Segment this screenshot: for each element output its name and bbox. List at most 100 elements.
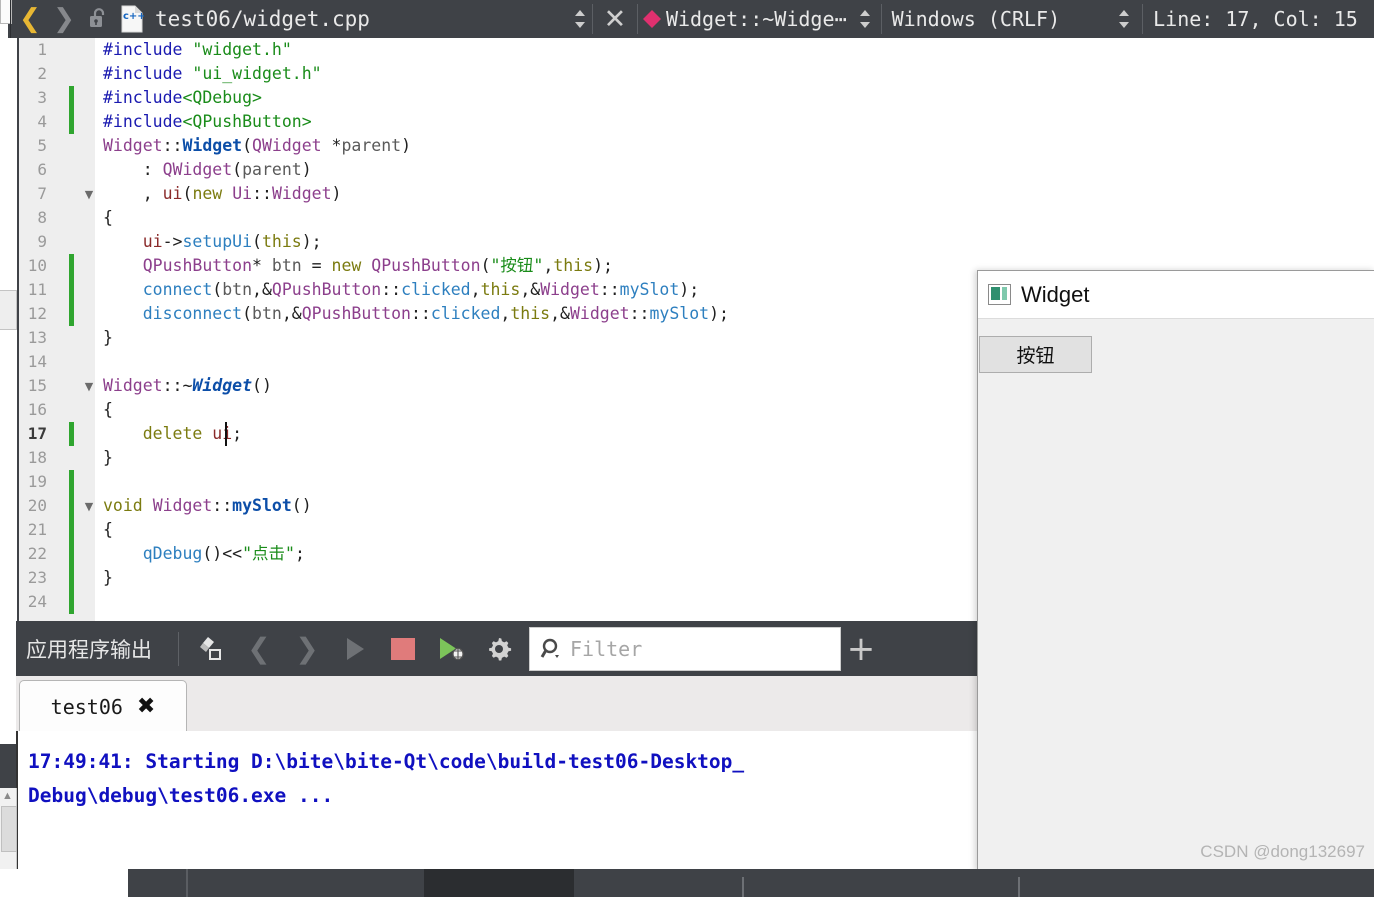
line-number: 9: [37, 232, 47, 251]
search-icon: [540, 637, 564, 661]
gutter-row[interactable]: 3: [19, 86, 95, 110]
gutter-row[interactable]: 13: [19, 326, 95, 350]
sidebar-scrollbar-thumb[interactable]: [1, 806, 17, 852]
gutter-row[interactable]: 21: [19, 518, 95, 542]
change-marker: [69, 254, 74, 278]
code-line[interactable]: , ui(new Ui::Widget): [95, 182, 1374, 206]
scroll-up-icon[interactable]: ▲: [2, 790, 14, 802]
change-marker: [69, 86, 74, 110]
next-item-icon[interactable]: ❯: [283, 621, 331, 676]
stop-icon[interactable]: [379, 621, 427, 676]
prev-item-icon[interactable]: ❮: [235, 621, 283, 676]
change-marker: [69, 494, 74, 518]
widget-push-button[interactable]: 按钮: [979, 336, 1092, 373]
output-pane-title: 应用程序输出: [26, 637, 152, 662]
symbol-diamond-icon: [638, 0, 666, 38]
gutter-row[interactable]: 4: [19, 110, 95, 134]
line-number: 20: [27, 496, 47, 515]
gutter-row[interactable]: 20 ▼: [19, 494, 95, 518]
line-number: 3: [37, 88, 47, 107]
gutter-row[interactable]: 11: [19, 278, 95, 302]
filter-placeholder: Filter: [570, 636, 643, 661]
status-bar-tick: [742, 877, 744, 897]
gutter-row[interactable]: 19: [19, 470, 95, 494]
change-marker: [69, 518, 74, 542]
code-line[interactable]: : QWidget(parent): [95, 158, 1374, 182]
gutter-row[interactable]: 23: [19, 566, 95, 590]
widget-window-title: Widget: [1021, 281, 1090, 307]
line-number: 4: [37, 112, 47, 131]
filter-input[interactable]: Filter: [529, 626, 841, 671]
text-cursor: [225, 422, 227, 446]
toolbar-left-edge: [0, 0, 12, 38]
gutter-row[interactable]: 7 ▼: [19, 182, 95, 206]
debug-run-icon[interactable]: [427, 621, 475, 676]
cpp-file-icon: c++: [115, 0, 149, 38]
line-number: 5: [37, 136, 47, 155]
clear-icon[interactable]: [187, 621, 235, 676]
close-document-icon[interactable]: ✕: [593, 0, 637, 38]
svg-text:c++: c++: [123, 11, 144, 22]
change-marker: [69, 278, 74, 302]
toolbar-divider-4: [880, 4, 882, 34]
gutter-row[interactable]: 15 ▼: [19, 374, 95, 398]
change-marker: [69, 302, 74, 326]
line-ending-spinner-icon[interactable]: [1112, 0, 1136, 38]
output-tab-label: test06: [50, 694, 123, 719]
line-number: 10: [27, 256, 47, 275]
gutter-row[interactable]: 24: [19, 590, 95, 614]
line-ending-label[interactable]: Windows (CRLF): [892, 7, 1061, 31]
gutter-row[interactable]: 16: [19, 398, 95, 422]
gutter-row[interactable]: 10: [19, 254, 95, 278]
gutter-row[interactable]: 6: [19, 158, 95, 182]
change-marker: [69, 566, 74, 590]
line-number: 14: [27, 352, 47, 371]
line-number: 6: [37, 160, 47, 179]
cursor-position-label[interactable]: Line: 17, Col: 15: [1153, 7, 1358, 31]
line-number: 15: [27, 376, 47, 395]
settings-gear-icon[interactable]: [475, 621, 523, 676]
sidebar-chip: [0, 290, 17, 330]
current-symbol-label[interactable]: Widget::~Widge⋯: [666, 7, 847, 31]
line-number: 12: [27, 304, 47, 323]
gutter-row[interactable]: 14: [19, 350, 95, 374]
line-number: 23: [27, 568, 47, 587]
gutter-row[interactable]: 5: [19, 134, 95, 158]
code-line[interactable]: ui->setupUi(this);: [95, 230, 1374, 254]
line-number: 21: [27, 520, 47, 539]
gutter-row[interactable]: 2: [19, 62, 95, 86]
change-marker: [69, 542, 74, 566]
code-line[interactable]: #include<QDebug>: [95, 86, 1374, 110]
line-number: 13: [27, 328, 47, 347]
editor-gutter[interactable]: 1 2 3 4 5 6 7 ▼ 8 9 10 11 12 13 14 15 ▼ 16 17 18 19 20 ▼ 21 22 23…: [19, 38, 95, 621]
gutter-row[interactable]: 18: [19, 446, 95, 470]
file-selector-spinner-icon[interactable]: [568, 0, 592, 38]
open-file-path[interactable]: test06/widget.cpp: [155, 7, 370, 31]
code-line[interactable]: #include "widget.h": [95, 38, 1374, 62]
line-number: 8: [37, 208, 47, 227]
line-number: 19: [27, 472, 47, 491]
gutter-row[interactable]: 17: [19, 422, 95, 446]
toolbar-divider-5: [1142, 4, 1144, 34]
navigate-back-icon[interactable]: ❮: [13, 0, 47, 38]
gutter-row[interactable]: 12: [19, 302, 95, 326]
gutter-row[interactable]: 1: [19, 38, 95, 62]
unlocked-padlock-icon[interactable]: [81, 0, 115, 38]
gutter-row[interactable]: 9: [19, 230, 95, 254]
output-tab-test06[interactable]: test06 ✖: [19, 680, 187, 732]
code-line[interactable]: #include "ui_widget.h": [95, 62, 1374, 86]
gutter-row[interactable]: 8: [19, 206, 95, 230]
widget-app-window[interactable]: Widget 按钮 CSDN @dong132697: [977, 270, 1374, 871]
code-line[interactable]: {: [95, 206, 1374, 230]
add-output-pane-button[interactable]: +: [841, 621, 881, 676]
line-number: 18: [27, 448, 47, 467]
line-number: 7: [37, 184, 47, 203]
close-x-icon[interactable]: ✖: [137, 694, 155, 719]
line-number: 11: [27, 280, 47, 299]
symbol-selector-spinner-icon[interactable]: [853, 0, 877, 38]
code-line[interactable]: #include<QPushButton>: [95, 110, 1374, 134]
code-line[interactable]: Widget::Widget(QWidget *parent): [95, 134, 1374, 158]
run-icon[interactable]: [331, 621, 379, 676]
gutter-row[interactable]: 22: [19, 542, 95, 566]
navigate-forward-icon[interactable]: ❯: [47, 0, 81, 38]
